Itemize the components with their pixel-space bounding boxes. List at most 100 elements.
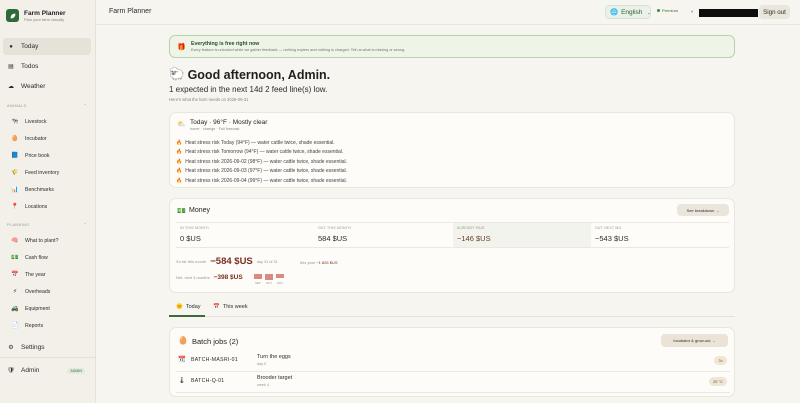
premium-badge: Premium: [657, 8, 678, 13]
sidebar-item-label: Settings: [21, 344, 45, 351]
wheat-icon: 🌾: [11, 169, 19, 176]
report-icon: 📄: [11, 322, 19, 329]
batch-job-row[interactable]: 🌡 BATCH-Q-01 Brooder target week 4 25 °C: [176, 373, 730, 393]
sun-cloud-icon: ⛅: [177, 121, 186, 128]
money-card: 💵 Money See breakdown → IN THIS MONTH 0 …: [169, 198, 735, 293]
sidebar-item-benchmarks[interactable]: 📊 Benchmarks: [3, 183, 91, 196]
chevron-down-icon: ⌄: [647, 9, 651, 15]
mini-bar-label: SEP: [255, 281, 261, 285]
sidebar-item-reports[interactable]: 📄 Reports: [3, 319, 91, 332]
mini-bar: [265, 274, 273, 280]
weather-card: ⛅ Today · 96°F · Mostly clear home · cha…: [169, 112, 735, 188]
sidebar-item-cash-flow[interactable]: 💵 Cash flow: [3, 251, 91, 264]
tab-label: Today: [185, 304, 201, 310]
stat-label: OUT THIS MONTH: [318, 226, 351, 230]
sidebar-item-label: Benchmarks: [25, 186, 54, 193]
batch-code: BATCH-Q-01: [191, 378, 225, 384]
weather-title: Today · 96°F · Mostly clear: [190, 119, 268, 126]
alert-text: Heat stress risk 2026-09-03 (97°F) — wat…: [185, 168, 348, 175]
admin-badge: ADMIN: [67, 367, 85, 374]
stat-already-paid: ALREADY PAID −146 $US: [453, 222, 591, 248]
banner-text: Every feature is unlocked while we gathe…: [191, 48, 406, 52]
language-select[interactable]: 🌐 English ⌄: [605, 5, 651, 19]
batch-title: Batch jobs (2): [192, 337, 239, 346]
section-label: ANIMALS: [7, 103, 27, 108]
sidebar-item-price-book[interactable]: 📘 Price book: [3, 149, 91, 162]
mini-bar-label: NOV: [277, 281, 284, 285]
weather-alert: 🔥 Heat stress risk 2026-09-03 (97°F) — wa…: [176, 167, 347, 177]
thermometer-icon: 🌡: [178, 378, 186, 384]
sidebar-item-what-to-plant[interactable]: 🧠 What to plant?: [3, 234, 91, 247]
greeting: 🐑 Good afternoon, Admin.: [169, 67, 330, 82]
sidebar-item-todos[interactable]: ▤ Todos: [3, 58, 91, 75]
sidebar-item-label: Cash flow: [25, 254, 48, 261]
batch-pill: 3×: [714, 356, 727, 365]
flame-icon: 🔥: [176, 177, 183, 184]
net-mini-chart: SEP OCT NOV: [254, 271, 294, 285]
sidebar-item-label: Locations: [25, 203, 48, 210]
flame-icon: 🔥: [176, 149, 183, 156]
sidebar-item-locations[interactable]: 📍 Locations: [3, 200, 91, 213]
sidebar-item-label: Reports: [25, 322, 44, 329]
tab-today[interactable]: 🌞 Today: [176, 304, 201, 310]
brand[interactable]: Farm Planner Plan your farm visually: [6, 9, 66, 22]
wave-icon: 🐑: [169, 67, 185, 81]
calendar-icon: 📅: [213, 304, 220, 310]
weather-alert: 🔥 Heat stress risk Tomorrow (94°F) — wate…: [176, 148, 347, 158]
sidebar-item-label: Todos: [21, 63, 39, 70]
sidebar-item-label: The year: [25, 271, 46, 278]
greeting-text: Good afternoon, Admin.: [187, 67, 331, 82]
weather-location[interactable]: home · change · Full forecast: [190, 127, 239, 131]
brand-subtitle: Plan your farm visually: [24, 16, 65, 22]
sidebar-item-weather[interactable]: ☁ Weather: [3, 78, 91, 95]
money-icon: 💵: [177, 208, 186, 215]
batch-card: 🥚 Batch jobs (2) Incubator & grow-out → …: [169, 327, 735, 397]
batch-task: Brooder target: [257, 375, 293, 381]
this-year-value: −1 826 $US: [316, 260, 338, 265]
batch-code: BATCH-MASRI-01: [191, 357, 239, 363]
weather-alerts: 🔥 Heat stress risk Today (94°F) — water c…: [176, 138, 347, 186]
so-far-label: So far this month: [176, 259, 207, 264]
this-year-label: this year: [300, 260, 316, 265]
so-far-value: −584 $US: [210, 256, 253, 267]
sidebar-item-admin[interactable]: 🛡 Admin ADMIN: [3, 362, 91, 379]
alert-text: Heat stress risk 2026-09-02 (98°F) — wat…: [185, 158, 348, 165]
incubator-grow-out-button[interactable]: Incubator & grow-out →: [661, 334, 728, 347]
summary-line: 1 expected in the next 14d 2 feed line(s…: [169, 85, 328, 94]
stat-value: −146 $US: [457, 234, 491, 243]
premium-label: Premium: [662, 8, 679, 13]
section-planning[interactable]: PLANNING ⌃: [7, 222, 87, 227]
status-dot-icon: [657, 9, 660, 12]
tab-this-week[interactable]: 📅 This week: [213, 304, 248, 310]
sidebar-item-overheads[interactable]: ⚡ Overheads: [3, 285, 91, 298]
shield-icon: 🛡: [7, 367, 15, 374]
mini-bar: [276, 274, 284, 278]
sidebar-item-settings[interactable]: ⚙ Settings: [3, 339, 91, 356]
brand-title: Farm Planner: [24, 9, 66, 17]
stat-value: −543 $US: [595, 234, 629, 243]
brain-icon: 🧠: [11, 237, 19, 244]
divider: [0, 357, 96, 358]
sidebar-item-today[interactable]: ● Today: [3, 38, 91, 55]
net-row: Net, next 3 months −398 $US: [176, 274, 243, 281]
sign-out-button[interactable]: Sign out: [759, 5, 790, 19]
money-title: Money: [189, 207, 211, 214]
mini-bar-label: OCT: [266, 281, 272, 285]
sidebar-item-the-year[interactable]: 📅 The year: [3, 268, 91, 281]
chevron-up-icon: ⌃: [83, 103, 87, 108]
sidebar-item-equipment[interactable]: 🚜 Equipment: [3, 302, 91, 315]
pin-icon: 📍: [11, 203, 19, 210]
sidebar-item-livestock[interactable]: 🐄 Livestock: [3, 115, 91, 128]
sidebar-item-incubator[interactable]: 🥚 Incubator: [3, 132, 91, 145]
flame-icon: 🔥: [176, 158, 183, 165]
sidebar-item-label: Incubator: [25, 135, 47, 142]
see-breakdown-button[interactable]: See breakdown →: [677, 204, 729, 216]
batch-job-row[interactable]: 📆 BATCH-MASRI-01 Turn the eggs day 0 3×: [176, 352, 730, 372]
cow-icon: 🐄: [11, 118, 19, 125]
section-animals[interactable]: ANIMALS ⌃: [7, 103, 87, 108]
stat-out-this-month: OUT THIS MONTH 584 $US: [314, 222, 452, 248]
so-far-note: day 31 of 31: [256, 259, 278, 264]
sidebar-item-label: Price book: [25, 152, 50, 159]
tab-label: This week: [222, 304, 248, 310]
sidebar-item-feed-inventory[interactable]: 🌾 Feed inventory: [3, 166, 91, 179]
